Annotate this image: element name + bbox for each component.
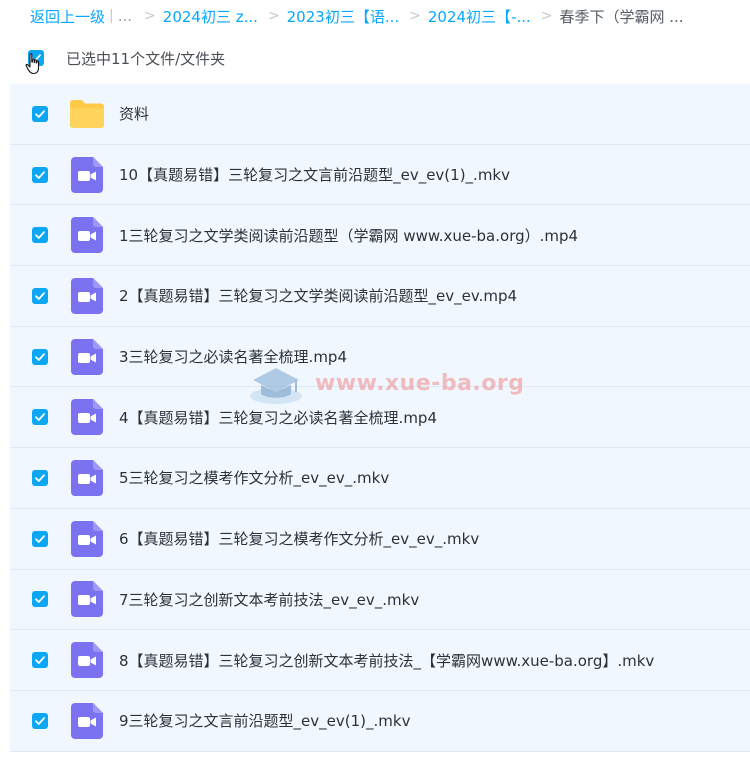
file-row[interactable]: 资料	[10, 84, 750, 145]
breadcrumb-bar-separator: |	[109, 8, 114, 24]
row-checkbox[interactable]	[32, 469, 48, 486]
breadcrumb-separator: >	[267, 8, 280, 24]
file-name[interactable]: 5三轮复习之模考作文分析_ev_ev_.mkv	[119, 467, 389, 488]
breadcrumb-item[interactable]: 2024初三 z...	[163, 6, 258, 27]
row-checkbox[interactable]	[32, 287, 48, 304]
file-name[interactable]: 资料	[119, 103, 149, 124]
hand-cursor-icon	[25, 53, 40, 75]
row-checkbox[interactable]	[32, 227, 48, 244]
file-row[interactable]: 8【真题易错】三轮复习之创新文本考前技法_【学霸网www.xue-ba.org】…	[10, 630, 750, 691]
file-row[interactable]: 1三轮复习之文学类阅读前沿题型（学霸网 www.xue-ba.org）.mp4	[10, 205, 750, 267]
breadcrumb-item[interactable]: 2023初三【语...	[287, 6, 399, 27]
selection-count-label: 已选中11个文件/文件夹	[66, 49, 226, 68]
checkmark-icon	[35, 110, 45, 118]
checkmark-icon	[35, 717, 45, 725]
file-list: 资料 10【真题易错】三轮复习之文言前沿题型_ev_ev(1)_.mkv 1三轮复习…	[10, 84, 750, 752]
file-browser: 返回上一级 | ... > 2024初三 z... > 2023初三【语... …	[0, 0, 750, 770]
row-checkbox[interactable]	[32, 409, 48, 426]
file-row[interactable]: 9三轮复习之文言前沿题型_ev_ev(1)_.mkv	[10, 690, 750, 752]
breadcrumb-item[interactable]: 2024初三【-...	[428, 6, 531, 27]
row-checkbox[interactable]	[32, 712, 48, 729]
video-file-icon	[69, 277, 105, 314]
video-file-icon	[69, 217, 105, 254]
row-checkbox[interactable]	[32, 348, 48, 365]
file-name[interactable]: 3三轮复习之必读名著全梳理.mp4	[119, 346, 347, 367]
breadcrumb-ellipsis[interactable]: ...	[118, 7, 132, 25]
row-checkbox[interactable]	[32, 530, 48, 547]
row-checkbox[interactable]	[32, 166, 48, 183]
checkmark-icon	[35, 534, 45, 543]
checkmark-icon	[35, 352, 45, 361]
file-name[interactable]: 6【真题易错】三轮复习之模考作文分析_ev_ev_.mkv	[119, 528, 479, 549]
file-name[interactable]: 7三轮复习之创新文本考前技法_ev_ev_.mkv	[119, 589, 419, 610]
file-name[interactable]: 4【真题易错】三轮复习之必读名著全梳理.mp4	[119, 407, 437, 428]
checkmark-icon	[35, 292, 45, 300]
file-row[interactable]: 10【真题易错】三轮复习之文言前沿题型_ev_ev(1)_.mkv	[10, 144, 750, 206]
file-name[interactable]: 2【真题易错】三轮复习之文学类阅读前沿题型_ev_ev.mp4	[119, 285, 517, 306]
video-file-icon	[69, 702, 105, 739]
checkmark-icon	[35, 413, 45, 422]
row-checkbox[interactable]	[32, 105, 48, 122]
breadcrumb-separator: >	[144, 8, 156, 24]
video-file-icon	[69, 399, 105, 436]
breadcrumb-current: 春季下（学霸网 ...	[559, 7, 684, 26]
video-file-icon	[69, 338, 105, 375]
video-file-icon	[69, 459, 105, 496]
file-name[interactable]: 1三轮复习之文学类阅读前沿题型（学霸网 www.xue-ba.org）.mp4	[119, 225, 578, 246]
select-all-row: 已选中11个文件/文件夹	[28, 44, 225, 72]
file-row[interactable]: 4【真题易错】三轮复习之必读名著全梳理.mp4	[10, 387, 750, 449]
video-file-icon	[69, 642, 105, 679]
checkmark-icon	[35, 170, 45, 179]
breadcrumb: 返回上一级 | ... > 2024初三 z... > 2023初三【语... …	[30, 4, 684, 28]
checkmark-icon	[35, 474, 45, 482]
checkmark-icon	[35, 595, 45, 604]
video-file-icon	[69, 156, 105, 193]
checkmark-icon	[35, 656, 45, 664]
back-link[interactable]: 返回上一级	[30, 6, 105, 27]
file-row[interactable]: 6【真题易错】三轮复习之模考作文分析_ev_ev_.mkv	[10, 508, 750, 570]
file-row[interactable]: 7三轮复习之创新文本考前技法_ev_ev_.mkv	[10, 569, 750, 631]
checkmark-icon	[35, 231, 45, 240]
file-row[interactable]: 3三轮复习之必读名著全梳理.mp4	[10, 326, 750, 388]
file-name[interactable]: 9三轮复习之文言前沿题型_ev_ev(1)_.mkv	[119, 710, 410, 731]
video-file-icon	[69, 520, 105, 557]
video-file-icon	[69, 581, 105, 618]
file-row[interactable]: 2【真题易错】三轮复习之文学类阅读前沿题型_ev_ev.mp4	[10, 266, 750, 327]
file-name[interactable]: 10【真题易错】三轮复习之文言前沿题型_ev_ev(1)_.mkv	[119, 164, 510, 185]
breadcrumb-separator: >	[540, 8, 553, 24]
file-name[interactable]: 8【真题易错】三轮复习之创新文本考前技法_【学霸网www.xue-ba.org】…	[119, 650, 654, 671]
row-checkbox[interactable]	[32, 652, 48, 669]
row-checkbox[interactable]	[32, 591, 48, 608]
folder-icon	[69, 96, 105, 132]
file-row[interactable]: 5三轮复习之模考作文分析_ev_ev_.mkv	[10, 448, 750, 509]
breadcrumb-separator: >	[409, 8, 421, 24]
